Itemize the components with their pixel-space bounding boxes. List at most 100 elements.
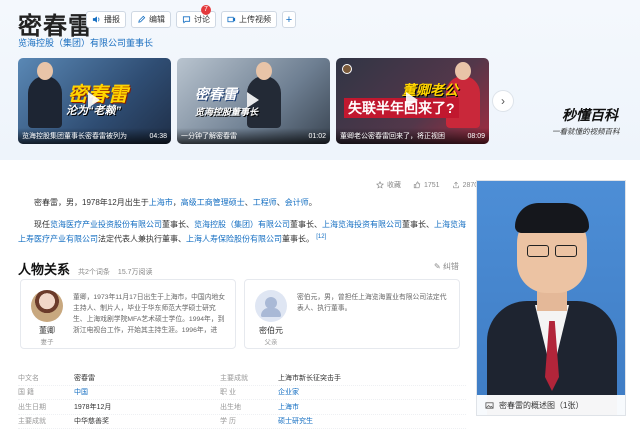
link-company[interactable]: 览海控股（集团）有限公司 bbox=[194, 220, 290, 229]
info-link[interactable]: 企业家 bbox=[278, 389, 299, 396]
video-icon bbox=[227, 16, 236, 23]
link-company[interactable]: 上海览海投资有限公司 bbox=[322, 220, 402, 229]
info-key: 中文名 bbox=[18, 374, 39, 382]
info-row: 国 籍 中国 职 业 企业家 bbox=[18, 386, 466, 400]
video-caption-bar: 董卿老公密春雷回来了，将正视困 08:09 bbox=[336, 128, 489, 144]
intro-text: 。 bbox=[308, 198, 317, 207]
info-value: 上海市 bbox=[278, 402, 466, 412]
info-key: 主要成就 bbox=[220, 374, 248, 382]
page-subtitle: 览海控股（集团）有限公司董事长 bbox=[18, 38, 154, 48]
relation-role: 妻子 bbox=[40, 339, 54, 346]
relations-header: 人物关系 共2个词条 15.7万阅读 bbox=[18, 259, 153, 278]
info-value: 1978年12月 bbox=[74, 403, 112, 411]
report-label: 纠错 bbox=[442, 262, 459, 271]
info-value: 上海市新长征突击手 bbox=[278, 374, 341, 382]
next-arrow-icon[interactable]: › bbox=[492, 90, 514, 112]
avatar-placeholder-icon bbox=[255, 290, 287, 322]
info-row: 中文名 密春雷 主要成就 上海市新长征突击手 bbox=[18, 371, 466, 386]
brand-logo[interactable]: 秒懂百科 bbox=[562, 105, 618, 125]
video-card[interactable]: 董卿老公 失联半年回来了? 董卿老公密春雷回来了，将正视困 08:09 bbox=[336, 58, 489, 144]
intro-text: ， bbox=[172, 198, 181, 207]
brand-slogan: 一看就懂的视频百科 bbox=[552, 127, 620, 136]
video-headline: 密春雷 bbox=[195, 86, 237, 102]
info-link[interactable]: 硕士研究生 bbox=[278, 418, 313, 425]
info-row: 主要成就 中华慈善奖 学 历 硕士研究生 bbox=[18, 415, 466, 429]
portrait-glasses bbox=[527, 245, 549, 257]
relations-read-count: 15.7万阅读 bbox=[117, 269, 153, 276]
video-caption: 董卿老公密春雷回来了，将正视困 bbox=[340, 133, 445, 140]
speaker-icon bbox=[92, 16, 100, 23]
portrait-caption[interactable]: 密春雷的概述图（1张） bbox=[477, 395, 625, 415]
intro-text: 董事长、 bbox=[290, 220, 322, 229]
chat-icon bbox=[182, 16, 191, 24]
play-label: 播报 bbox=[104, 15, 120, 24]
discuss-label: 讨论 bbox=[194, 15, 210, 24]
intro-text: 、 bbox=[244, 198, 253, 207]
video-caption-bar: 一分钟了解密春雷 01:02 bbox=[177, 128, 330, 144]
thumb-up-icon bbox=[413, 181, 421, 189]
info-link[interactable]: 中国 bbox=[74, 389, 88, 396]
intro-text: 董事长、 bbox=[402, 220, 434, 229]
intro-text: 密春雷，男，1978年12月出生于 bbox=[34, 198, 149, 207]
video-card[interactable]: 密春雷 览海控股董事长 一分钟了解密春雷 01:02 bbox=[177, 58, 330, 144]
share-button[interactable]: 2870 bbox=[452, 181, 478, 189]
share-icon bbox=[452, 181, 459, 189]
video-card[interactable]: 密春雷 沦为“老赖” 览海控股集团董事长密春雷被列为 04:38 bbox=[18, 58, 171, 144]
play-icon[interactable] bbox=[405, 92, 418, 109]
link-birthplace[interactable]: 上海市 bbox=[149, 198, 173, 207]
upload-label: 上传视频 bbox=[239, 15, 271, 24]
portrait-hair bbox=[515, 203, 589, 233]
info-value: 中国 bbox=[74, 387, 220, 397]
video-caption: 览海控股集团董事长密春雷被列为 bbox=[22, 133, 127, 140]
link-accountant[interactable]: 会计师 bbox=[285, 198, 309, 207]
relation-card[interactable]: 密伯元 父亲 密伯元，男，曾担任上海览海置业有限公司法定代表人、执行董事。 bbox=[244, 279, 460, 349]
info-link[interactable]: 上海市 bbox=[278, 404, 299, 411]
portrait-caption-text: 密春雷的概述图（1张） bbox=[499, 400, 584, 410]
add-label: + bbox=[285, 13, 293, 26]
video-caption: 一分钟了解密春雷 bbox=[181, 133, 237, 140]
video-strip: 密春雷 沦为“老赖” 览海控股集团董事长密春雷被列为 04:38 密春雷 览海控… bbox=[18, 58, 489, 144]
play-button[interactable]: 播报 bbox=[86, 11, 126, 28]
link-company[interactable]: 上海人寿保险股份有限公司 bbox=[186, 235, 282, 244]
video-duration: 01:02 bbox=[308, 132, 326, 140]
relation-role: 父亲 bbox=[264, 339, 278, 346]
star-icon bbox=[376, 181, 384, 189]
relations-title: 人物关系 bbox=[18, 262, 71, 277]
collect-button[interactable]: 收藏 bbox=[376, 180, 401, 190]
intro-text: 董事长、 bbox=[162, 220, 194, 229]
video-thumbnail-person bbox=[28, 62, 62, 128]
relation-card[interactable]: 董卿 妻子 董卿，1973年11月17日出生于上海市，中国内地女主持人、制片人，… bbox=[20, 279, 236, 349]
portrait-glasses bbox=[555, 245, 577, 257]
add-button[interactable]: + bbox=[282, 11, 296, 28]
info-value: 企业家 bbox=[278, 387, 466, 397]
info-value: 硕士研究生 bbox=[278, 416, 466, 426]
info-value: 中华慈善奖 bbox=[74, 418, 109, 426]
discuss-badge: 7 bbox=[201, 5, 211, 15]
play-icon[interactable] bbox=[87, 92, 100, 109]
portrait-image[interactable]: 密春雷的概述图（1张） bbox=[476, 180, 626, 416]
collect-label: 收藏 bbox=[387, 182, 401, 189]
pencil-icon bbox=[138, 15, 146, 23]
intro-paragraph-2: 现任览海医疗产业投资股份有限公司董事长、览海控股（集团）有限公司董事长、上海览海… bbox=[18, 218, 466, 246]
link-company[interactable]: 览海医疗产业投资股份有限公司 bbox=[50, 220, 162, 229]
avatar bbox=[31, 290, 63, 322]
relation-description: 董卿，1973年11月17日出生于上海市，中国内地女主持人、制片人，毕业于华东师… bbox=[73, 294, 226, 334]
gallery-icon bbox=[485, 401, 494, 409]
link-degree[interactable]: 高级工商管理硕士 bbox=[181, 198, 245, 207]
intro-text: 董事长。 bbox=[282, 234, 314, 244]
report-error-button[interactable]: ✎ 纠错 bbox=[434, 261, 459, 272]
reference-link[interactable]: [12] bbox=[316, 234, 326, 240]
play-icon[interactable] bbox=[246, 92, 259, 109]
relation-description: 密伯元，男，曾担任上海览海置业有限公司法定代表人、执行董事。 bbox=[297, 294, 447, 312]
relations-entry-count: 共2个词条 bbox=[78, 269, 110, 276]
info-key: 学 历 bbox=[220, 418, 236, 426]
like-count: 1751 bbox=[424, 181, 440, 189]
upload-video-button[interactable]: 上传视频 bbox=[221, 11, 277, 28]
like-button[interactable]: 1751 bbox=[413, 181, 440, 189]
link-engineer[interactable]: 工程师 bbox=[253, 198, 277, 207]
intro-text: 、 bbox=[276, 198, 285, 207]
edit-button[interactable]: 编辑 bbox=[131, 11, 171, 28]
header-actions: 播报 编辑 讨论 7 上传视频 + bbox=[86, 5, 296, 28]
discuss-button[interactable]: 讨论 7 bbox=[176, 5, 216, 28]
video-duration: 08:09 bbox=[467, 132, 485, 140]
